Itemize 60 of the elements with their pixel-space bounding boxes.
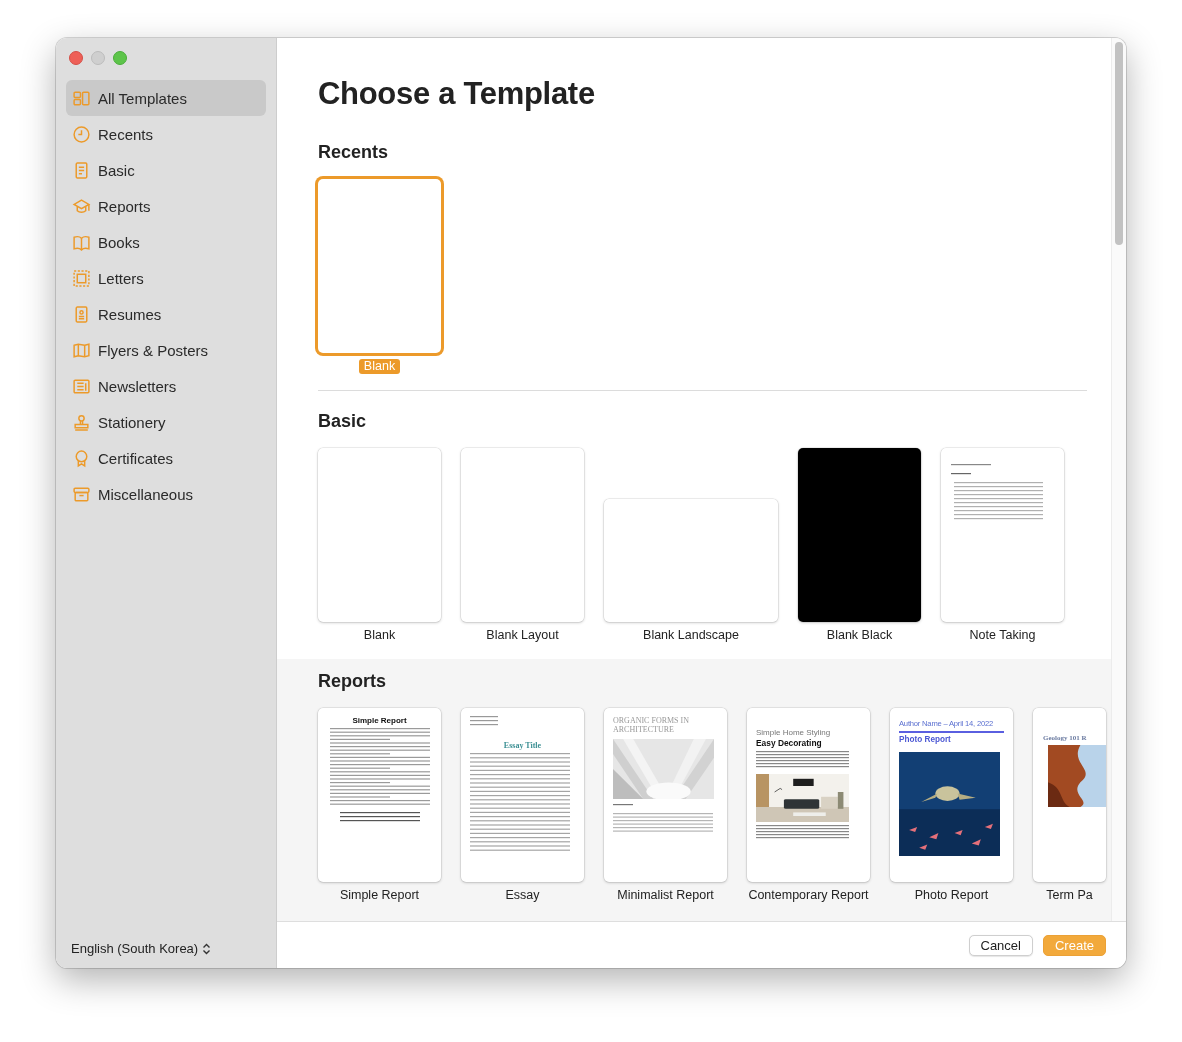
template-name: Blank Layout: [486, 629, 559, 642]
sidebar-item[interactable]: Resumes: [66, 296, 266, 332]
category-icon: [72, 412, 91, 432]
chevron-icon: [202, 942, 212, 955]
sidebar-item[interactable]: Reports: [66, 188, 266, 224]
template-name: Contemporary Report: [748, 889, 869, 902]
template-thumbnail[interactable]: [798, 448, 921, 622]
category-icon: [72, 88, 91, 108]
minimize-button[interactable]: [91, 51, 105, 65]
template-thumbnail[interactable]: [604, 499, 778, 622]
sidebar-item[interactable]: Books: [66, 224, 266, 260]
template-thumbnail[interactable]: [318, 448, 441, 622]
sidebar-item[interactable]: Flyers & Posters: [66, 332, 266, 368]
sidebar-item[interactable]: All Templates: [66, 80, 266, 116]
page-title: Choose a Template: [317, 75, 596, 113]
sidebar-item[interactable]: Miscellaneous: [66, 476, 266, 512]
section-heading: Reports: [318, 670, 387, 693]
category-icon: [72, 160, 91, 180]
template-name: Simple Report: [339, 889, 420, 902]
template-name: Term Pa: [1046, 889, 1093, 902]
section-heading: Recents: [318, 141, 390, 164]
sidebar-item[interactable]: Stationery: [66, 404, 266, 440]
language-popup[interactable]: English (South Korea): [66, 941, 266, 968]
template-thumbnail[interactable]: [461, 448, 584, 622]
cancel-button[interactable]: Cancel: [968, 934, 1033, 956]
category-icon: [72, 340, 91, 360]
template-name: Minimalist Report: [617, 889, 714, 902]
selected-template-name: Blank: [358, 359, 401, 374]
sidebar-item[interactable]: Basic: [66, 152, 266, 188]
template-thumbnail[interactable]: [318, 179, 441, 353]
sidebar-item[interactable]: Recents: [66, 116, 266, 152]
category-icon: [72, 376, 91, 396]
template-thumbnail[interactable]: Simple Home Styling Easy Decorating: [747, 708, 870, 882]
category-icon: [72, 484, 91, 504]
template-name: Essay: [505, 889, 540, 902]
category-icon: [72, 124, 91, 144]
category-icon: [72, 268, 91, 288]
scrollbar[interactable]: [1111, 38, 1126, 921]
preview-text: Easy Decorating: [756, 738, 823, 748]
template-name: Blank: [363, 629, 396, 642]
template-name: Blank Black: [826, 629, 893, 642]
template-name: Blank Landscape: [643, 629, 739, 642]
preview-text: Simple Report: [352, 716, 407, 725]
sidebar-item[interactable]: Newsletters: [66, 368, 266, 404]
zoom-button[interactable]: [113, 51, 127, 65]
template-name: Note Taking: [969, 629, 1036, 642]
template-thumbnail[interactable]: [941, 448, 1064, 622]
preview-text: Simple Home Styling: [756, 728, 832, 737]
template-thumbnail[interactable]: Essay Title: [461, 708, 584, 882]
template-name: Photo Report: [914, 889, 989, 902]
preview-text: Essay Title: [503, 741, 542, 750]
section-heading: Basic: [318, 410, 368, 433]
category-icon: [72, 304, 91, 324]
sidebar-item[interactable]: Certificates: [66, 440, 266, 476]
preview-text: ORGANIC FORMS IN ARCHITECTURE: [613, 716, 690, 734]
template-thumbnail[interactable]: Simple Report: [318, 708, 441, 882]
sidebar-item[interactable]: Letters: [66, 260, 266, 296]
category-icon: [72, 196, 91, 216]
preview-text: Photo Report: [899, 734, 952, 744]
close-button[interactable]: [69, 51, 83, 65]
